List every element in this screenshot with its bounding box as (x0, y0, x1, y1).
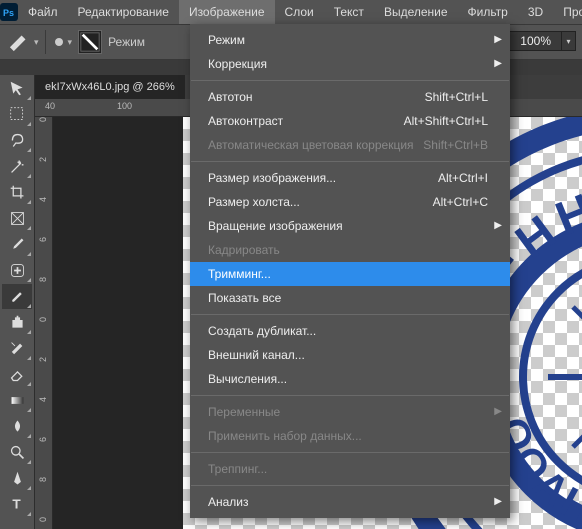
menubar: Ps ФайлРедактированиеИзображениеСлоиТекс… (0, 0, 582, 24)
zoom-value[interactable]: 100% (509, 31, 562, 51)
menu-слои[interactable]: Слои (275, 0, 324, 24)
gradient-tool[interactable] (2, 388, 32, 413)
ruler-vertical: 02468024680 (35, 117, 53, 529)
crop-tool[interactable] (2, 180, 32, 205)
heal-tool[interactable] (2, 258, 32, 283)
mode-label: Режим (108, 35, 145, 49)
type-tool[interactable]: T (2, 492, 32, 517)
app-logo: Ps (0, 0, 18, 24)
move-tool[interactable] (2, 76, 32, 101)
brush-tool[interactable] (2, 284, 32, 309)
tool-preset-icon[interactable] (6, 29, 32, 55)
pen-tool[interactable] (2, 466, 32, 491)
document-tab[interactable]: ekI7xWx46L0.jpg @ 266% (35, 75, 185, 99)
image-menu-dropdown: Режим▶Коррекция▶ АвтотонShift+Ctrl+LАвток… (190, 24, 510, 518)
menu-item-тримминг-[interactable]: Тримминг... (190, 262, 510, 286)
menu-просмотр[interactable]: Просмотр (553, 0, 582, 24)
menu-item-автотон[interactable]: АвтотонShift+Ctrl+L (190, 85, 510, 109)
menu-item-коррекция[interactable]: Коррекция▶ (190, 52, 510, 76)
toolbox: T (0, 75, 35, 529)
svg-text:Ps: Ps (3, 8, 14, 18)
menu-изображение[interactable]: Изображение (179, 0, 275, 24)
marquee-tool[interactable] (2, 102, 32, 127)
wand-tool[interactable] (2, 154, 32, 179)
menu-item-вычисления-[interactable]: Вычисления... (190, 367, 510, 391)
history-tool[interactable] (2, 336, 32, 361)
menu-3d[interactable]: 3D (518, 0, 553, 24)
menu-файл[interactable]: Файл (18, 0, 68, 24)
menu-item-внешний-канал-[interactable]: Внешний канал... (190, 343, 510, 367)
chevron-down-icon[interactable]: ▾ (68, 37, 73, 48)
menu-фильтр[interactable]: Фильтр (458, 0, 518, 24)
lasso-tool[interactable] (2, 128, 32, 153)
menu-item-автоконтраст[interactable]: АвтоконтрастAlt+Shift+Ctrl+L (190, 109, 510, 133)
svg-text:T: T (12, 497, 21, 512)
clone-tool[interactable] (2, 310, 32, 335)
zoom-control[interactable]: 100% ▾ (509, 31, 576, 51)
chevron-down-icon[interactable]: ▾ (562, 31, 576, 51)
menu-item-кадрировать: Кадрировать (190, 238, 510, 262)
menu-item-автоматическая-цветовая-коррекция: Автоматическая цветовая коррекцияShift+C… (190, 133, 510, 157)
menu-item-размер-холста-[interactable]: Размер холста...Alt+Ctrl+C (190, 190, 510, 214)
menu-item-режим[interactable]: Режим▶ (190, 28, 510, 52)
eyedropper-tool[interactable] (2, 232, 32, 257)
menu-item-показать-все[interactable]: Показать все (190, 286, 510, 310)
brush-settings-icon[interactable] (78, 30, 102, 54)
menu-item-переменные: Переменные▶ (190, 400, 510, 424)
menu-item-применить-набор-данных-: Применить набор данных... (190, 424, 510, 448)
chevron-down-icon[interactable]: ▾ (34, 37, 39, 48)
menu-item-создать-дубликат-[interactable]: Создать дубликат... (190, 319, 510, 343)
menu-item-анализ[interactable]: Анализ▶ (190, 490, 510, 514)
menu-выделение[interactable]: Выделение (374, 0, 458, 24)
menu-редактирование[interactable]: Редактирование (68, 0, 179, 24)
eraser-tool[interactable] (2, 362, 32, 387)
frame-tool[interactable] (2, 206, 32, 231)
menu-item-треппинг-: Треппинг... (190, 457, 510, 481)
menu-item-размер-изображения-[interactable]: Размер изображения...Alt+Ctrl+I (190, 166, 510, 190)
dodge-tool[interactable] (2, 440, 32, 465)
brush-size-preview[interactable] (55, 38, 63, 46)
blur-tool[interactable] (2, 414, 32, 439)
menu-текст[interactable]: Текст (324, 0, 374, 24)
menu-item-вращение-изображения[interactable]: Вращение изображения▶ (190, 214, 510, 238)
